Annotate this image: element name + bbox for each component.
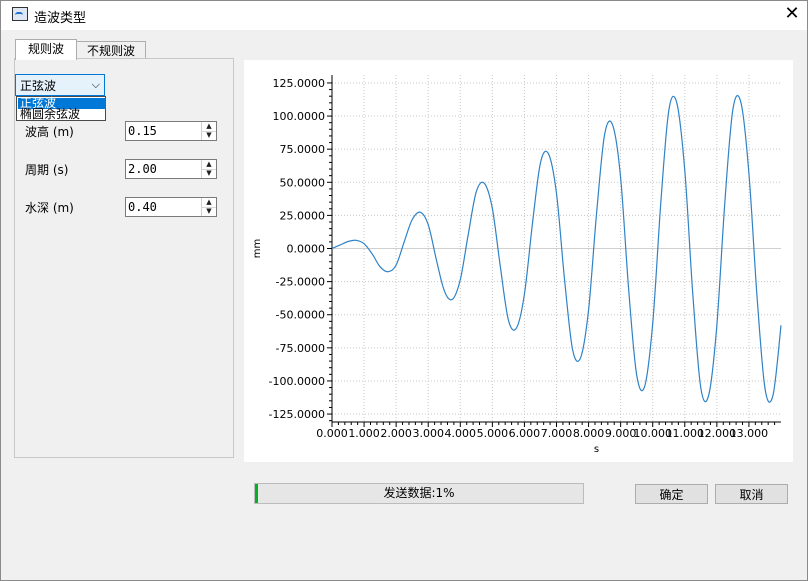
wave-type-dropdown: 正弦波 椭圆余弦波 <box>16 96 106 121</box>
wave-chart-svg: 0.000 1.000 2.000 3.000 4.000 5.000 6.000 7.000… <box>252 75 782 455</box>
y-tick-label: 50.0000 <box>280 176 326 189</box>
x-axis-label: s <box>594 444 599 455</box>
water-depth-value: 0.40 <box>128 200 157 214</box>
title-bar: 造波类型 ✕ <box>1 1 807 30</box>
stepper-down-icon[interactable]: ▼ <box>202 131 216 140</box>
y-tick-label: -75.0000 <box>276 342 325 355</box>
x-tick-label: 7.000 <box>541 427 573 440</box>
y-tick-label: -100.0000 <box>269 375 325 388</box>
stepper-down-icon[interactable]: ▼ <box>202 207 216 216</box>
x-tick-label: 4.000 <box>445 427 477 440</box>
wave-type-selected: 正弦波 <box>20 79 57 93</box>
x-tick-label: 2.000 <box>380 427 412 440</box>
y-axis-label: mm <box>252 239 263 258</box>
y-tick-label: 100.0000 <box>273 110 326 123</box>
water-depth-stepper[interactable]: ▲ ▼ <box>201 198 216 216</box>
wave-type-combo[interactable]: 正弦波 ⌵ <box>15 74 105 96</box>
x-tick-label: 13.000 <box>730 427 769 440</box>
chevron-down-icon: ⌵ <box>91 78 100 91</box>
wave-height-value: 0.15 <box>128 124 157 138</box>
dialog-window: 造波类型 ✕ 规则波 不规则波 正弦波 ⌵ 正弦波 椭圆余弦波 波高 (m) 0… <box>0 0 808 581</box>
y-tick-label: -50.0000 <box>276 309 325 322</box>
tab-regular-wave[interactable]: 规则波 <box>15 39 77 60</box>
x-tick-label: 1.000 <box>348 427 380 440</box>
x-tick-label: 0.000 <box>316 427 348 440</box>
wave-chart: 0.000 1.000 2.000 3.000 4.000 5.000 6.000 7.000… <box>244 60 793 462</box>
y-tick-label: -25.0000 <box>276 276 325 289</box>
wave-height-stepper[interactable]: ▲ ▼ <box>201 122 216 140</box>
progress-text: 发送数据:1% <box>383 486 455 500</box>
y-tick-label: 75.0000 <box>280 143 326 156</box>
y-tick-label: -125.0000 <box>269 408 325 421</box>
stepper-down-icon[interactable]: ▼ <box>202 169 216 178</box>
wave-height-input[interactable]: 0.15 ▲ ▼ <box>125 121 217 141</box>
water-depth-label: 水深 (m) <box>25 201 74 215</box>
cancel-button[interactable]: 取消 <box>715 484 788 504</box>
x-tick-label: 3.000 <box>412 427 444 440</box>
option-cnoidal-wave[interactable]: 椭圆余弦波 <box>18 108 106 120</box>
y-tick-label: 125.0000 <box>273 77 326 90</box>
y-tick-label: 0.0000 <box>287 243 326 256</box>
y-tick-label: 25.0000 <box>280 209 326 222</box>
send-progress-bar: 发送数据:1% <box>254 483 584 504</box>
period-stepper[interactable]: ▲ ▼ <box>201 160 216 178</box>
ok-button[interactable]: 确定 <box>635 484 708 504</box>
app-icon <box>12 7 28 21</box>
period-value: 2.00 <box>128 162 157 176</box>
x-tick-label: 9.000 <box>605 427 637 440</box>
period-label: 周期 (s) <box>25 163 69 177</box>
wave-height-label: 波高 (m) <box>25 125 74 139</box>
period-input[interactable]: 2.00 ▲ ▼ <box>125 159 217 179</box>
water-depth-input[interactable]: 0.40 ▲ ▼ <box>125 197 217 217</box>
close-icon[interactable]: ✕ <box>782 4 802 24</box>
x-tick-label: 8.000 <box>573 427 605 440</box>
x-tick-label: 6.000 <box>509 427 541 440</box>
x-tick-label: 5.000 <box>477 427 509 440</box>
window-title: 造波类型 <box>34 11 87 26</box>
